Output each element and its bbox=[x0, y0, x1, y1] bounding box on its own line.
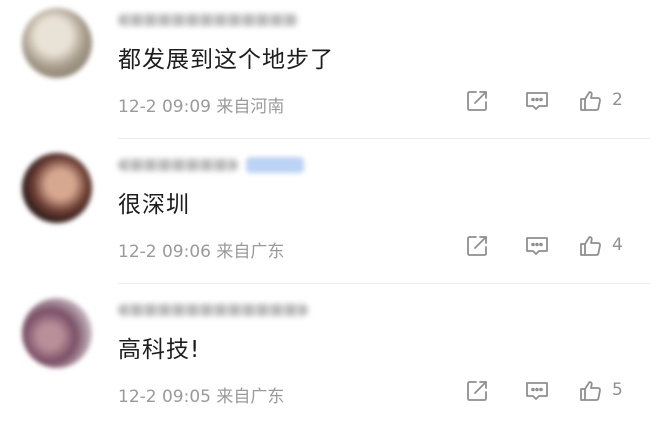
thumbs-up-icon bbox=[580, 91, 601, 111]
comment-item: 高科技! 12-2 09:05 来自广东 5 bbox=[0, 290, 650, 433]
comment-location: 来自广东 bbox=[216, 242, 285, 262]
comment-location: 来自河南 bbox=[216, 97, 285, 117]
thumbs-up-icon bbox=[580, 236, 601, 256]
comment-text: 都发展到这个地步了 bbox=[118, 47, 334, 73]
share-button[interactable] bbox=[464, 88, 490, 114]
reply-button[interactable] bbox=[524, 233, 550, 259]
reply-button[interactable] bbox=[524, 378, 550, 404]
comment-item: 很深圳 12-2 09:06 来自广东 4 bbox=[0, 145, 650, 288]
share-icon bbox=[467, 381, 487, 401]
comment-text: 高科技! bbox=[118, 337, 201, 363]
like-button[interactable] bbox=[578, 233, 604, 259]
share-button[interactable] bbox=[464, 233, 490, 259]
share-icon bbox=[467, 236, 487, 256]
username-blurred[interactable] bbox=[118, 304, 308, 316]
like-button[interactable] bbox=[578, 378, 604, 404]
comment-text: 很深圳 bbox=[118, 192, 190, 218]
comment-feed: 都发展到这个地步了 12-2 09:09 来自河南 2 很深圳 12-2 09:… bbox=[0, 0, 650, 431]
comment-meta: 12-2 09:05 来自广东 bbox=[118, 382, 284, 407]
like-count: 5 bbox=[612, 380, 623, 400]
avatar[interactable] bbox=[22, 153, 92, 223]
avatar[interactable] bbox=[22, 8, 92, 78]
like-count: 4 bbox=[612, 235, 623, 255]
divider bbox=[118, 138, 650, 139]
avatar[interactable] bbox=[22, 298, 92, 368]
share-button[interactable] bbox=[464, 378, 490, 404]
username-blurred[interactable] bbox=[118, 14, 298, 26]
like-button[interactable] bbox=[578, 88, 604, 114]
comment-item: 都发展到这个地步了 12-2 09:09 来自河南 2 bbox=[0, 0, 650, 143]
divider bbox=[118, 283, 650, 284]
share-icon bbox=[467, 91, 487, 111]
comment-location: 来自广东 bbox=[216, 387, 285, 407]
username-blurred[interactable] bbox=[118, 159, 238, 171]
comment-icon bbox=[526, 237, 548, 255]
like-count: 2 bbox=[612, 90, 623, 110]
user-badge-blurred bbox=[246, 157, 304, 173]
comment-time: 12-2 09:09 bbox=[118, 97, 211, 117]
reply-button[interactable] bbox=[524, 88, 550, 114]
thumbs-up-icon bbox=[580, 381, 601, 401]
comment-icon bbox=[526, 382, 548, 400]
comment-time: 12-2 09:05 bbox=[118, 387, 211, 407]
comment-meta: 12-2 09:06 来自广东 bbox=[118, 237, 284, 262]
comment-icon bbox=[526, 92, 548, 110]
comment-meta: 12-2 09:09 来自河南 bbox=[118, 92, 284, 117]
comment-time: 12-2 09:06 bbox=[118, 242, 211, 262]
